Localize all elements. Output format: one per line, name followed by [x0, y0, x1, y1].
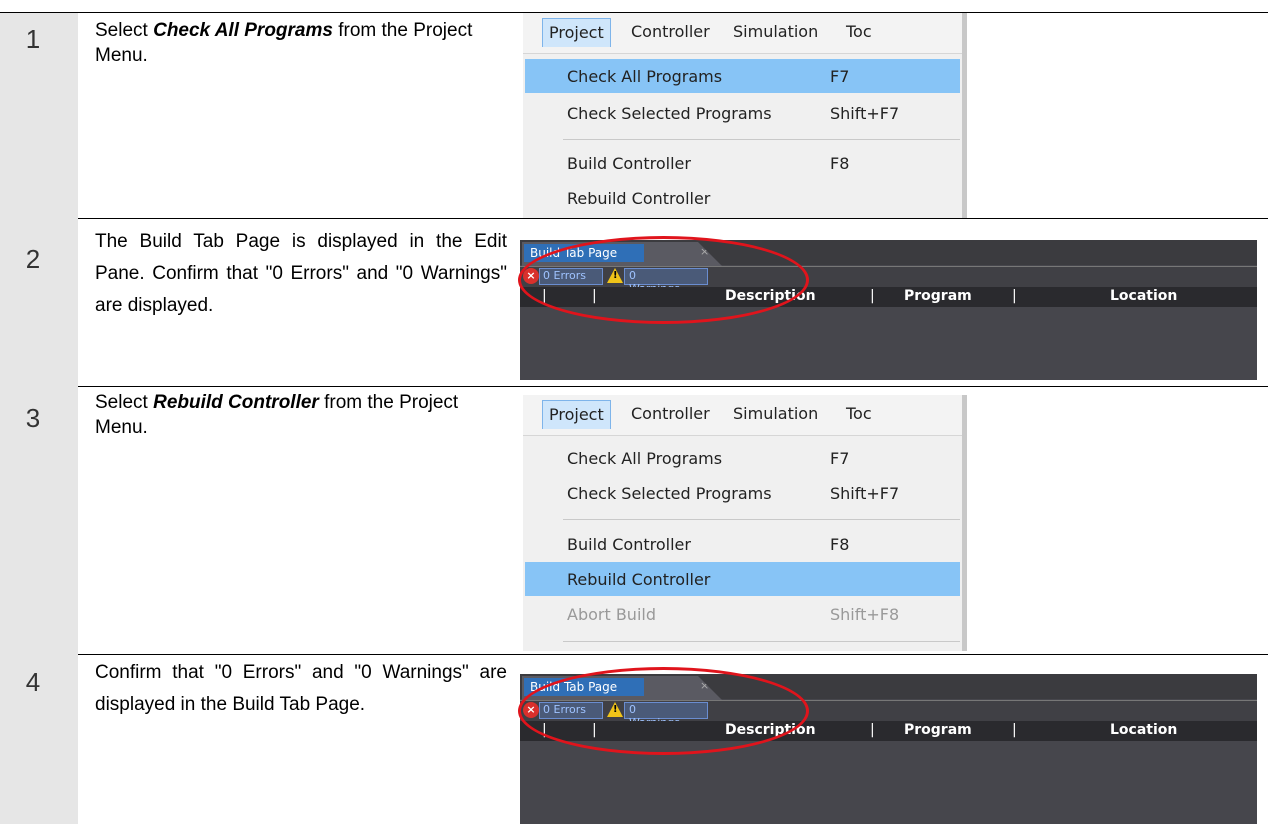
step-instruction: Select Check All Programs from the Proje…	[95, 20, 473, 66]
menu-item-rebuild-controller[interactable]: Rebuild Controller	[525, 562, 960, 596]
menu-tools[interactable]: Toc	[846, 22, 872, 41]
menu-item-build-controller[interactable]: Build Controller F8	[525, 146, 960, 180]
menu-item-check-selected-programs[interactable]: Check Selected Programs Shift+F7	[525, 96, 960, 130]
column-program[interactable]: Program	[904, 722, 972, 738]
menu-tools[interactable]: Toc	[846, 404, 872, 423]
menu-separator	[563, 641, 960, 642]
project-menu-screenshot: Project Controller Simulation Toc Check …	[523, 395, 967, 651]
step-number: 2	[25, 244, 41, 274]
menu-command-name: Rebuild Controller	[153, 392, 319, 413]
menu-project[interactable]: Project	[542, 18, 611, 47]
menu-separator	[563, 519, 960, 520]
menu-simulation[interactable]: Simulation	[733, 22, 818, 41]
column-location[interactable]: Location	[1110, 722, 1177, 738]
step-instruction: Select Rebuild Controller from the Proje…	[95, 392, 459, 438]
step-instruction: The Build Tab Page is displayed in the E…	[95, 231, 507, 316]
highlight-ellipse	[518, 236, 809, 324]
step-number: 4	[25, 667, 41, 697]
menu-item-rebuild-controller[interactable]: Rebuild Controller	[525, 181, 960, 215]
row-divider	[0, 654, 1268, 655]
menu-simulation[interactable]: Simulation	[733, 404, 818, 423]
row-divider	[0, 218, 1268, 219]
step-number: 1	[25, 24, 41, 54]
menu-bar: Project Controller Simulation Toc	[523, 395, 967, 436]
step-instruction: Confirm that "0 Errors" and "0 Warnings"…	[95, 662, 507, 715]
menu-project[interactable]: Project	[542, 400, 611, 429]
project-menu-screenshot: Project Controller Simulation Toc Check …	[523, 13, 967, 218]
menu-separator	[563, 139, 960, 140]
menu-item-build-controller[interactable]: Build Controller F8	[525, 527, 960, 561]
menu-item-check-all-programs[interactable]: Check All Programs F7	[525, 441, 960, 475]
menu-shadow	[962, 13, 967, 218]
menu-bar: Project Controller Simulation Toc	[523, 13, 967, 54]
row-divider	[0, 386, 1268, 387]
menu-controller[interactable]: Controller	[631, 22, 710, 41]
menu-item-check-all-programs[interactable]: Check All Programs F7	[525, 59, 960, 93]
menu-shadow	[962, 395, 967, 651]
menu-item-check-selected-programs[interactable]: Check Selected Programs Shift+F7	[525, 476, 960, 510]
menu-item-abort-build[interactable]: Abort Build Shift+F8	[525, 597, 960, 631]
column-program[interactable]: Program	[904, 288, 972, 304]
menu-controller[interactable]: Controller	[631, 404, 710, 423]
highlight-ellipse	[518, 667, 809, 755]
column-location[interactable]: Location	[1110, 288, 1177, 304]
step-number: 3	[25, 403, 41, 433]
menu-command-name: Check All Programs	[153, 20, 333, 41]
